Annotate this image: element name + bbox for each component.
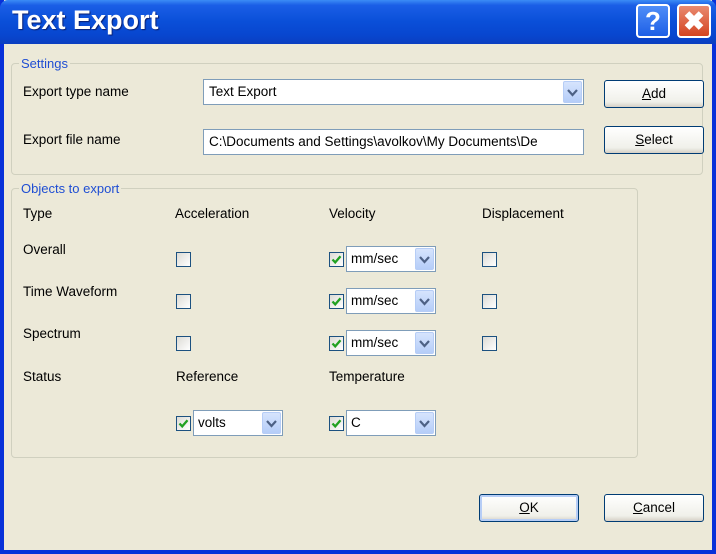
overall-row-label: Overall <box>23 242 66 257</box>
chevron-down-icon[interactable] <box>415 332 434 354</box>
ok-button[interactable]: OK <box>479 494 579 522</box>
spectrum-row-label: Spectrum <box>23 326 81 341</box>
objects-legend: Objects to export <box>19 181 122 196</box>
title-bar[interactable]: Text Export ? ✖ <box>0 0 716 44</box>
export-type-dropdown[interactable]: Text Export <box>203 79 584 105</box>
export-type-value: Text Export <box>209 84 277 99</box>
export-file-field[interactable]: C:\Documents and Settings\avolkov\My Doc… <box>203 129 584 155</box>
spectrum-acceleration-checkbox[interactable] <box>176 336 191 351</box>
chevron-down-icon[interactable] <box>415 248 434 270</box>
chevron-down-icon[interactable] <box>563 81 582 103</box>
temperature-checkbox[interactable] <box>329 416 344 431</box>
overall-velocity-unit-value: mm/sec <box>351 251 399 266</box>
overall-velocity-unit-dropdown[interactable]: mm/sec <box>346 246 436 272</box>
chevron-down-icon[interactable] <box>415 412 434 434</box>
close-button[interactable]: ✖ <box>677 4 711 38</box>
text-export-dialog: Text Export ? ✖ Settings Export type nam… <box>0 0 716 554</box>
time-waveform-displacement-checkbox[interactable] <box>482 294 497 309</box>
temperature-unit-value: C <box>351 415 361 430</box>
reference-label: Reference <box>176 369 239 384</box>
settings-legend: Settings <box>19 56 70 71</box>
spectrum-velocity-unit-value: mm/sec <box>351 335 399 350</box>
type-header: Type <box>23 206 53 221</box>
export-file-value: C:\Documents and Settings\avolkov\My Doc… <box>209 134 538 149</box>
dialog-title: Text Export <box>12 5 159 35</box>
export-file-label: Export file name <box>23 132 121 147</box>
chevron-down-icon[interactable] <box>415 290 434 312</box>
time-waveform-velocity-checkbox[interactable] <box>329 294 344 309</box>
velocity-header: Velocity <box>329 206 376 221</box>
temperature-unit-dropdown[interactable]: C <box>346 410 436 436</box>
reference-checkbox[interactable] <box>176 416 191 431</box>
displacement-header: Displacement <box>482 206 564 221</box>
time-waveform-velocity-unit-dropdown[interactable]: mm/sec <box>346 288 436 314</box>
overall-displacement-checkbox[interactable] <box>482 252 497 267</box>
select-button[interactable]: Select <box>604 126 704 154</box>
status-row-label: Status <box>23 369 62 384</box>
add-button[interactable]: Add <box>604 80 704 108</box>
spectrum-velocity-checkbox[interactable] <box>329 336 344 351</box>
overall-velocity-checkbox[interactable] <box>329 252 344 267</box>
acceleration-header: Acceleration <box>175 206 250 221</box>
time-waveform-velocity-unit-value: mm/sec <box>351 293 399 308</box>
temperature-label: Temperature <box>329 369 405 384</box>
spectrum-displacement-checkbox[interactable] <box>482 336 497 351</box>
overall-acceleration-checkbox[interactable] <box>176 252 191 267</box>
time-waveform-acceleration-checkbox[interactable] <box>176 294 191 309</box>
reference-unit-dropdown[interactable]: volts <box>193 410 283 436</box>
time-waveform-row-label: Time Waveform <box>23 284 118 299</box>
spectrum-velocity-unit-dropdown[interactable]: mm/sec <box>346 330 436 356</box>
chevron-down-icon[interactable] <box>262 412 281 434</box>
reference-unit-value: volts <box>198 415 226 430</box>
help-button[interactable]: ? <box>636 4 670 38</box>
objects-group <box>11 188 638 458</box>
export-type-label: Export type name <box>23 84 129 99</box>
cancel-button[interactable]: Cancel <box>604 494 704 522</box>
